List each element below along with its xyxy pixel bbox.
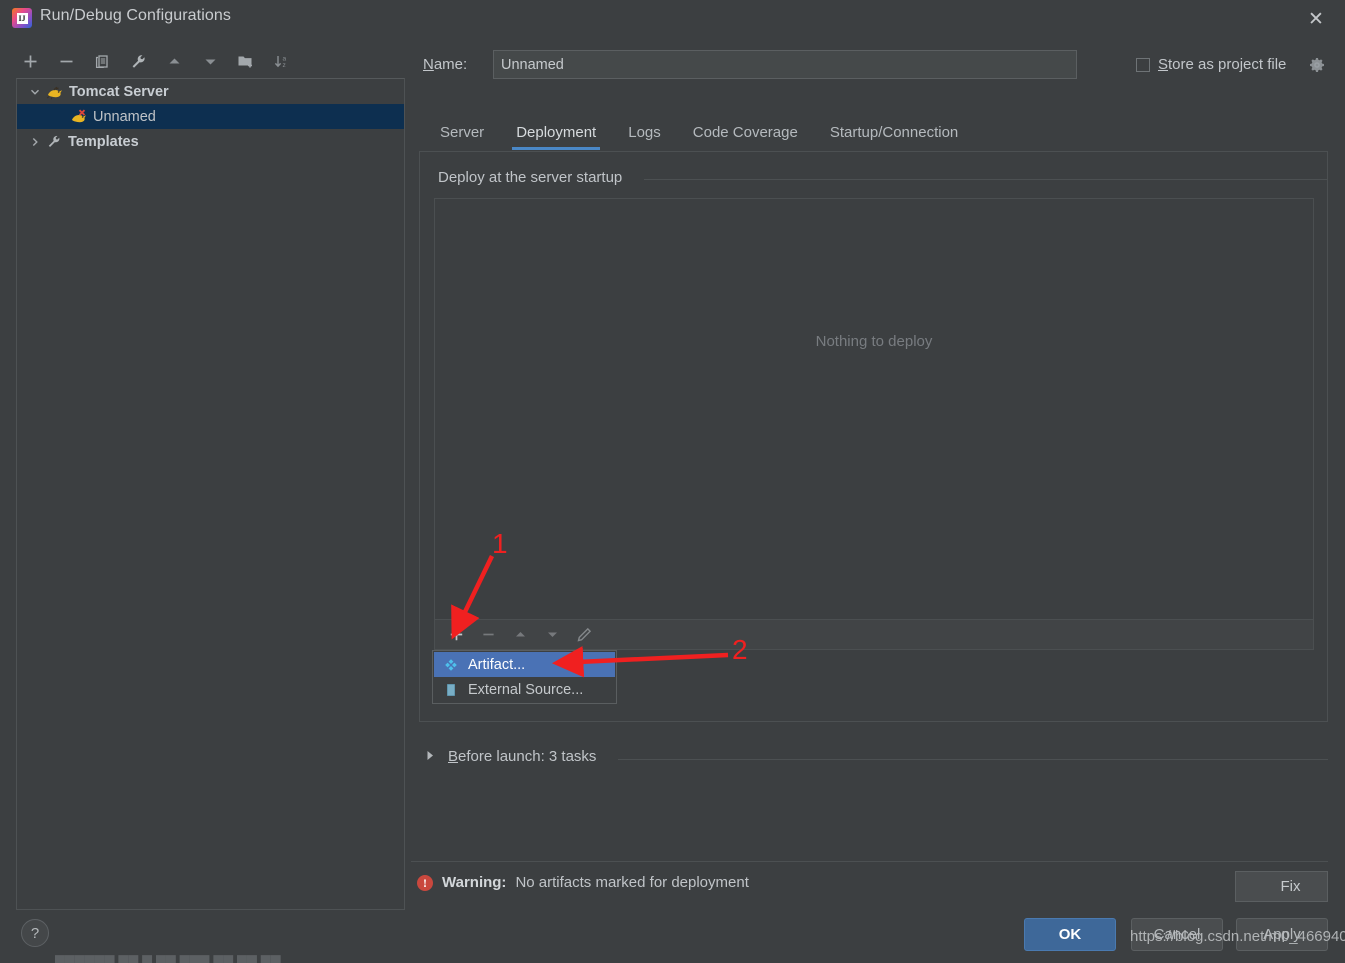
svg-text:z: z [283,62,286,69]
add-deployment-menu[interactable]: Artifact... External Source... [432,650,617,704]
tree-node-tomcat-server[interactable]: Tomcat Server [17,79,404,104]
group-divider [644,179,1328,180]
configurations-tree[interactable]: Tomcat Server Unnamed Templates [16,78,405,910]
help-button[interactable]: ? [21,919,49,947]
chevron-right-icon[interactable] [25,132,45,152]
menu-item-external-source[interactable]: External Source... [434,677,615,702]
store-as-project-file-label: Store as project file [1158,56,1287,73]
empty-list-message: Nothing to deploy [815,333,933,350]
edit-artifact-button[interactable] [569,622,599,648]
store-as-project-file-checkbox[interactable]: Store as project file [1136,56,1286,73]
tab-server[interactable]: Server [424,118,500,147]
add-configuration-button[interactable] [14,46,46,76]
copy-configuration-button[interactable] [86,46,118,76]
tomcat-error-icon [69,109,89,125]
tree-node-label: Templates [68,133,139,150]
folder-add-icon[interactable] [230,46,262,76]
wrench-icon [45,134,63,150]
intellij-idea-icon: IJ [12,8,32,28]
move-down-artifact-button[interactable] [537,622,567,648]
watermark: https://blog.csdn.net/m0_46694056 [1130,928,1345,945]
menu-item-label: Artifact... [468,656,526,673]
tab-deployment[interactable]: Deployment [500,118,612,150]
annotation-number-2: 2 [732,634,748,665]
chevron-down-icon[interactable] [25,82,45,102]
configurations-toolbar: a z [14,44,394,78]
move-up-button[interactable] [158,46,190,76]
close-icon[interactable]: ✕ [1301,5,1331,33]
warning-prefix: Warning: [442,874,507,891]
deployment-list[interactable]: Nothing to deploy [434,198,1314,620]
bottom-divider [411,861,1328,862]
tree-node-unnamed[interactable]: Unnamed [17,104,404,129]
fix-button-label: Fix [1280,878,1301,895]
move-up-artifact-button[interactable] [505,622,535,648]
warning-text: No artifacts marked for deployment [515,874,749,891]
deploy-group-title: Deploy at the server startup [434,169,630,186]
tree-node-label: Tomcat Server [69,83,169,100]
ok-button[interactable]: OK [1024,918,1116,951]
sort-az-icon[interactable]: a z [266,46,298,76]
deployment-list-toolbar [434,620,1314,650]
add-artifact-button[interactable] [441,622,471,648]
before-launch-section[interactable]: Before launch: 3 tasks [426,748,596,765]
bulb-icon [1263,879,1274,894]
tree-node-templates[interactable]: Templates [17,129,404,154]
chevron-right-icon[interactable] [426,750,438,764]
artifact-icon [442,658,460,672]
annotation-number-1: 1 [492,528,508,559]
checkbox-box[interactable] [1136,57,1150,72]
external-source-icon [442,683,460,697]
error-circle-icon: ! [417,874,433,891]
before-launch-divider [618,759,1328,760]
menu-item-label: External Source... [468,681,584,698]
before-launch-label: Before launch: 3 tasks [448,748,597,765]
configuration-tabs: Server Deployment Logs Code Coverage Sta… [424,118,1329,150]
fix-button[interactable]: Fix [1235,871,1328,902]
name-input[interactable] [493,50,1077,79]
tab-logs[interactable]: Logs [612,118,677,147]
name-label: Name: [423,56,468,73]
remove-configuration-button[interactable] [50,46,82,76]
tree-node-label: Unnamed [93,108,156,125]
gear-icon[interactable] [1309,57,1325,78]
run-debug-configurations-dialog: IJ Run/Debug Configurations ✕ a z Tomcat… [0,0,1345,963]
tab-startup-connection[interactable]: Startup/Connection [814,118,974,147]
edit-templates-button[interactable] [122,46,154,76]
tab-code-coverage[interactable]: Code Coverage [677,118,814,147]
tomcat-icon [45,84,65,100]
warning-message: ! Warning: No artifacts marked for deplo… [417,874,749,891]
move-down-button[interactable] [194,46,226,76]
remove-artifact-button[interactable] [473,622,503,648]
window-title: Run/Debug Configurations [40,7,231,24]
cut-off-text: ██████ ██ █ ██ ███ ██ ██ ██ [55,955,281,963]
menu-item-artifact[interactable]: Artifact... [434,652,615,677]
title-bar: IJ Run/Debug Configurations ✕ [0,0,1345,37]
